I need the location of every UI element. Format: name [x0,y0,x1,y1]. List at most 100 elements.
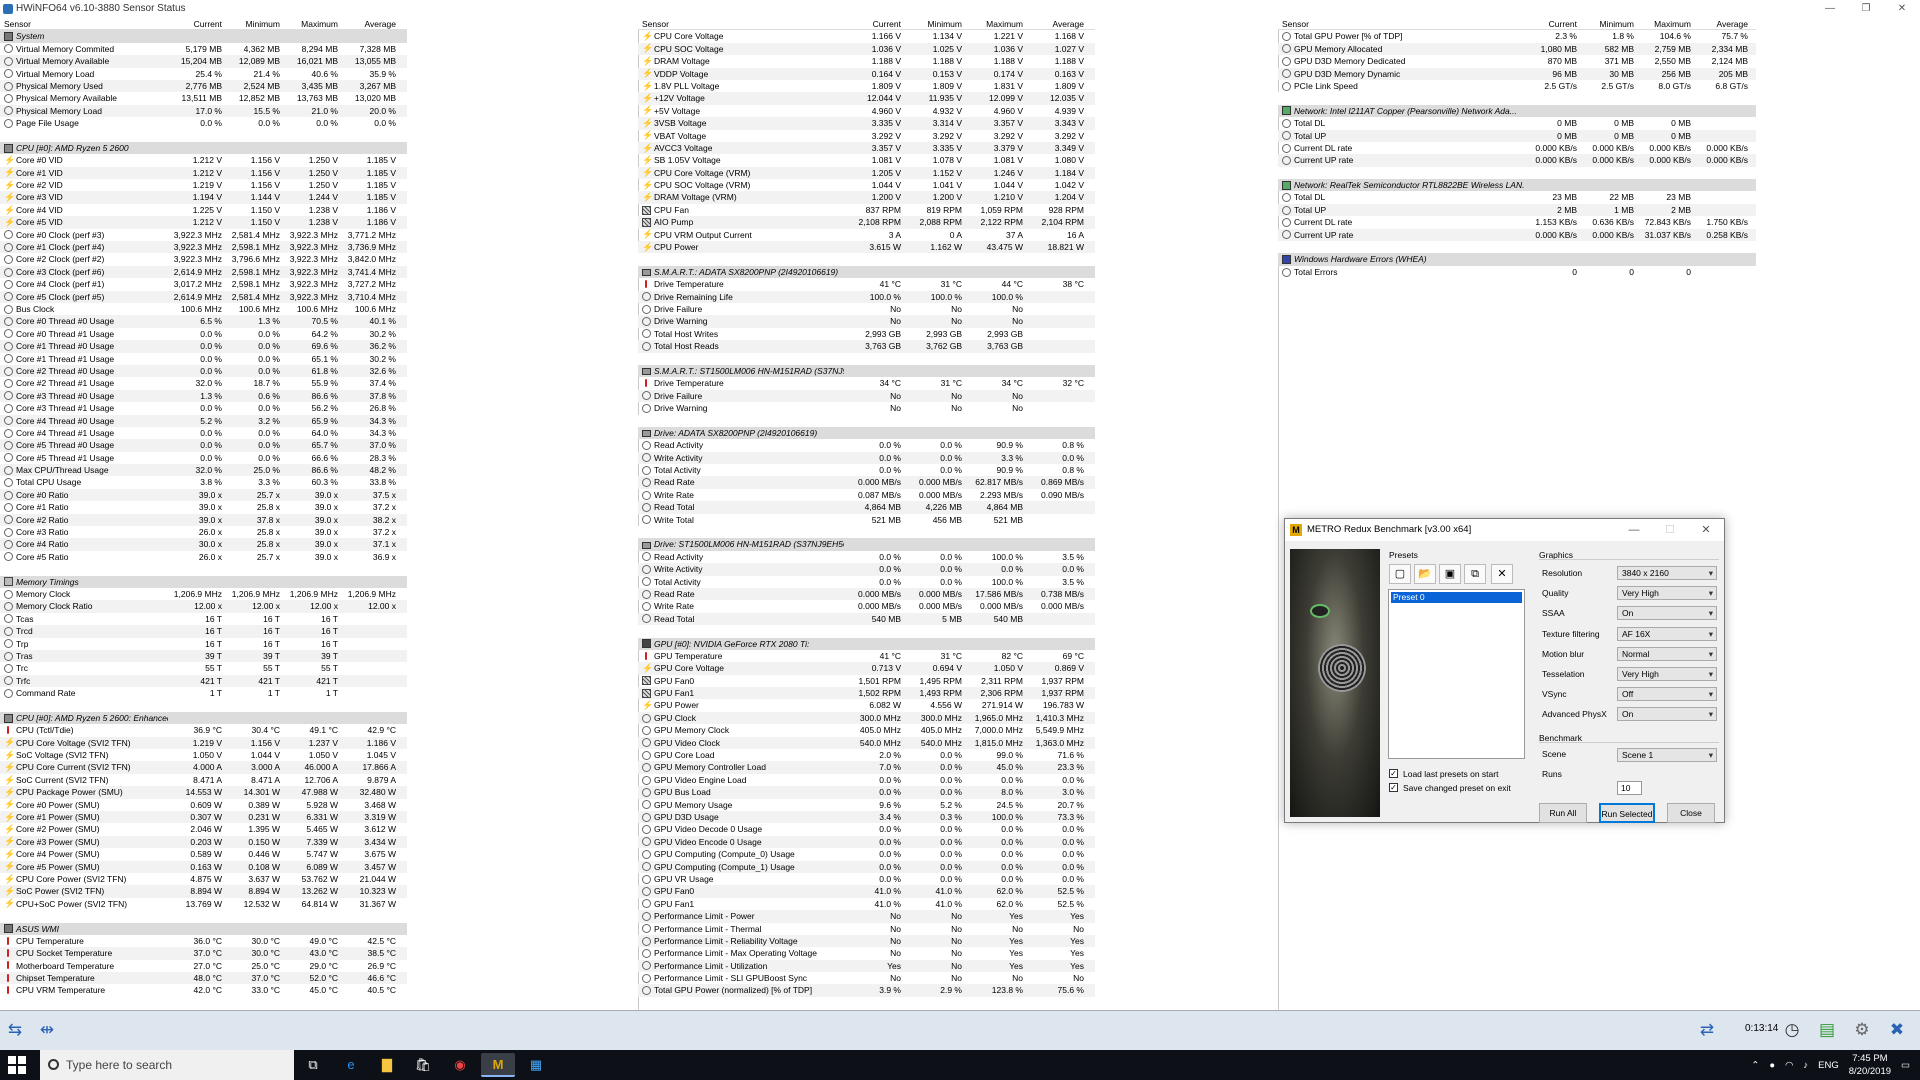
close-icon[interactable]: ✕ [1884,0,1920,18]
sensor-row[interactable]: ⚡ CPU Core Power (SVI2 TFN) 4.875 W 3.637 W… [0,873,407,885]
sensor-row[interactable]: GPU Clock 300.0 MHz 300.0 MHz 1,965.0 MHz 1,… [638,711,1095,725]
open-folder-icon[interactable]: 📂 [1414,564,1436,584]
sensor-row[interactable]: ⚡ 1.8V PLL Voltage 1.809 V 1.809 V 1.831 V 1.… [638,80,1095,92]
sensor-group-header[interactable]: Windows Hardware Errors (WHEA) [1278,253,1756,266]
sensor-group-header[interactable]: GPU [#0]: NVIDIA GeForce RTX 2080 Ti: [638,637,1095,650]
sensor-row[interactable]: Drive Remaining Life 100.0 % 100.0 % 100.0 … [638,290,1095,303]
sensor-row[interactable]: Core #4 Ratio 30.0 x 25.8 x 39.0 x 37.1 x [0,538,407,551]
sensor-row[interactable]: ⚡ Core #0 Power (SMU) 0.609 W 0.389 W 5.928 … [0,799,407,811]
sensor-row[interactable]: Drive Failure No No No [638,389,1095,403]
column-header[interactable]: Sensor Current Minimum Maximum Average [1278,18,1756,31]
sensor-row[interactable]: ⚡ CPU SOC Voltage 1.036 V 1.025 V 1.036 V 1.0… [638,42,1095,56]
sensor-group-header[interactable]: Memory Timings [0,575,407,588]
sensor-row[interactable]: Write Activity 0.0 % 0.0 % 3.3 % 0.0 % [638,451,1095,465]
sensor-row[interactable]: ⚡ +12V Voltage 12.044 V 11.935 V 12.099 V 12.… [638,92,1095,105]
sensor-row[interactable]: Core #4 Thread #1 Usage 0.0 % 0.0 % 64.0 % 3… [0,427,407,439]
sensor-row[interactable]: Read Activity 0.0 % 0.0 % 100.0 % 3.5 % [638,551,1095,563]
sensor-row[interactable]: Core #4 Clock (perf #1) 3,017.2 MHz 2,598.… [0,278,407,290]
hwinfo-taskbar-icon[interactable]: ▦ [519,1053,553,1077]
sensor-row[interactable]: ⚡ CPU+SoC Power (SVI2 TFN) 13.769 W 12.532 … [0,898,407,910]
sensor-row[interactable]: GPU Video Decode 0 Usage 0.0 % 0.0 % 0.0 % 0… [638,823,1095,835]
sensor-row[interactable]: GPU Computing (Compute_0) Usage 0.0 % 0.0 … [638,848,1095,860]
header-current[interactable]: Current [844,18,905,29]
sensor-row[interactable]: Core #1 Thread #1 Usage 0.0 % 0.0 % 65.1 % 3… [0,353,407,365]
sensor-row[interactable]: Bus Clock 100.6 MHz 100.6 MHz 100.6 MHz 100.… [0,303,407,315]
network-icon[interactable]: ⇄ [1695,1019,1719,1041]
sensor-row[interactable]: ⚡ Core #5 Power (SMU) 0.163 W 0.108 W 6.089 … [0,860,407,873]
copy-icon[interactable]: ⧉ [1464,564,1486,584]
sensor-group-header[interactable]: CPU [#0]: AMD Ryzen 5 2600: Enhanced [0,711,407,725]
sensor-row[interactable]: ⚡ +5V Voltage 4.960 V 4.932 V 4.960 V 4.939 V [638,105,1095,117]
sensor-row[interactable]: GPU D3D Memory Dedicated 870 MB 371 MB 2,55… [1278,55,1756,67]
clock-icon[interactable]: ◷ [1780,1019,1804,1041]
header-sensor[interactable]: Sensor [638,18,844,29]
sensor-row[interactable]: Memory Clock 1,206.9 MHz 1,206.9 MHz 1,206.… [0,588,407,600]
sensor-row[interactable]: ⚡ Core #4 VID 1.225 V 1.150 V 1.238 V 1.186 V [0,204,407,216]
sensor-row[interactable]: Core #2 Thread #0 Usage 0.0 % 0.0 % 61.8 % 3… [0,364,407,378]
sensor-row[interactable]: ⚡ Core #2 Power (SMU) 2.046 W 1.395 W 5.465 … [0,823,407,835]
sensor-row[interactable]: ⚡ GPU Power 6.082 W 4.556 W 271.914 W 196.783… [638,699,1095,711]
header-minimum[interactable]: Minimum [905,18,966,29]
sensor-row[interactable]: Chipset Temperature 48.0 °C 37.0 °C 52.0 °C… [0,972,407,985]
sensor-row[interactable]: Total DL 23 MB 22 MB 23 MB [1278,191,1756,203]
sensor-row[interactable]: GPU Memory Clock 405.0 MHz 405.0 MHz 7,000.… [638,724,1095,736]
sensor-row[interactable]: Core #4 Thread #0 Usage 5.2 % 3.2 % 65.9 % 3… [0,414,407,427]
sensor-row[interactable]: Trp 16 T 16 T 16 T [0,638,407,650]
load-presets-checkbox[interactable]: ✓ [1389,769,1398,778]
sensor-row[interactable]: CPU Fan 837 RPM 819 RPM 1,059 RPM 928 RPM [638,204,1095,216]
sensor-row[interactable]: GPU Video Clock 540.0 MHz 540.0 MHz 1,815.0… [638,736,1095,750]
sensor-row[interactable]: GPU D3D Usage 3.4 % 0.3 % 100.0 % 73.3 % [638,811,1095,824]
chrome-icon[interactable]: ◉ [443,1053,477,1077]
sensor-row[interactable]: Total Host Writes 2,993 GB 2,993 GB 2,993 G… [638,328,1095,340]
setting-select[interactable]: AF 16X [1617,626,1717,641]
sensor-row[interactable]: GPU Memory Usage 9.6 % 5.2 % 24.5 % 20.7 % [638,799,1095,811]
sensor-row[interactable]: Command Rate 1 T 1 T 1 T [0,687,407,699]
sensor-row[interactable]: Read Activity 0.0 % 0.0 % 90.9 % 0.8 % [638,439,1095,451]
sensor-row[interactable]: Tras 39 T 39 T 39 T [0,649,407,663]
sensor-group-header[interactable]: ASUS WMI [0,922,407,935]
sensor-group-header[interactable]: System [0,30,407,43]
sensor-row[interactable]: CPU (Tctl/Tdie) 36.9 °C 30.4 °C 49.1 °C 42.9… [0,724,407,736]
sensor-row[interactable]: Drive Warning No No No [638,315,1095,328]
sensor-row[interactable]: ⚡ SoC Power (SVI2 TFN) 8.894 W 8.894 W 13.26… [0,885,407,898]
sensor-row[interactable]: Core #3 Thread #0 Usage 1.3 % 0.6 % 86.6 % 3… [0,389,407,403]
sensor-group-header[interactable]: CPU [#0]: AMD Ryzen 5 2600 [0,141,407,155]
collapse-arrows-icon[interactable]: ⇆ [3,1019,27,1041]
sensor-row[interactable]: Performance Limit - Thermal No No No No [638,923,1095,935]
new-preset-icon[interactable]: ▢ [1389,564,1411,584]
sensor-row[interactable]: Current UP rate 0.000 KB/s 0.000 KB/s 0.000… [1278,154,1756,167]
tray-app-icon[interactable]: ● [1769,1059,1775,1072]
sensor-row[interactable]: ⚡ Core #4 Power (SMU) 0.589 W 0.446 W 5.747 … [0,848,407,860]
sensor-row[interactable]: Total UP 2 MB 1 MB 2 MB [1278,203,1756,217]
sensor-row[interactable]: Total Errors 0 0 0 [1278,266,1756,278]
sensor-row[interactable]: Total Host Reads 3,763 GB 3,762 GB 3,763 GB [638,340,1095,353]
report-icon[interactable]: ▤ [1815,1019,1839,1041]
column-header[interactable]: Sensor Current Minimum Maximum Average [0,18,407,31]
save-preset-checkbox[interactable]: ✓ [1389,783,1398,792]
sensor-row[interactable]: GPU Video Encode 0 Usage 0.0 % 0.0 % 0.0 % 0… [638,835,1095,849]
sensor-row[interactable]: Read Total 540 MB 5 MB 540 MB [638,612,1095,626]
sensor-row[interactable]: Drive Temperature 34 °C 31 °C 34 °C 32 °C [638,377,1095,389]
sensor-row[interactable]: Physical Memory Available 13,511 MB 12,852… [0,92,407,104]
sensor-row[interactable]: Core #3 Clock (perf #6) 2,614.9 MHz 2,598.… [0,265,407,279]
sensor-row[interactable]: ⚡ SoC Current (SVI2 TFN) 8.471 A 8.471 A 12.… [0,774,407,786]
task-view-icon[interactable]: ⧉ [296,1053,330,1077]
header-average[interactable]: Average [342,18,400,29]
sensor-row[interactable]: ⚡ AVCC3 Voltage 3.357 V 3.335 V 3.379 V 3.349… [638,141,1095,155]
sensor-row[interactable]: Trcd 16 T 16 T 16 T [0,625,407,638]
file-explorer-icon[interactable]: ▇ [370,1053,404,1077]
sensor-row[interactable]: Trc 55 T 55 T 55 T [0,662,407,674]
sensor-row[interactable]: Write Rate 0.087 MB/s 0.000 MB/s 2.293 MB/s… [638,489,1095,501]
header-maximum[interactable]: Maximum [966,18,1027,29]
header-average[interactable]: Average [1695,18,1752,29]
sensor-row[interactable]: Performance Limit - Utilization Yes No Yes Y… [638,959,1095,973]
preset-item[interactable]: Preset 0 [1391,592,1522,603]
sensor-row[interactable]: ⚡ Core #1 Power (SMU) 0.307 W 0.231 W 6.331 … [0,811,407,824]
dialog-close-icon[interactable]: ✕ [1688,519,1724,541]
language-indicator[interactable]: ENG [1818,1059,1839,1072]
sensor-row[interactable]: ⚡ CPU VRM Output Current 3 A 0 A 37 A 16 A [638,229,1095,241]
dialog-minimize-icon[interactable]: — [1616,519,1652,541]
sensor-row[interactable]: GPU VR Usage 0.0 % 0.0 % 0.0 % 0.0 % [638,873,1095,885]
sensor-row[interactable]: Motherboard Temperature 27.0 °C 25.0 °C 29.… [0,960,407,972]
sensor-row[interactable]: Total Activity 0.0 % 0.0 % 90.9 % 0.8 % [638,464,1095,476]
